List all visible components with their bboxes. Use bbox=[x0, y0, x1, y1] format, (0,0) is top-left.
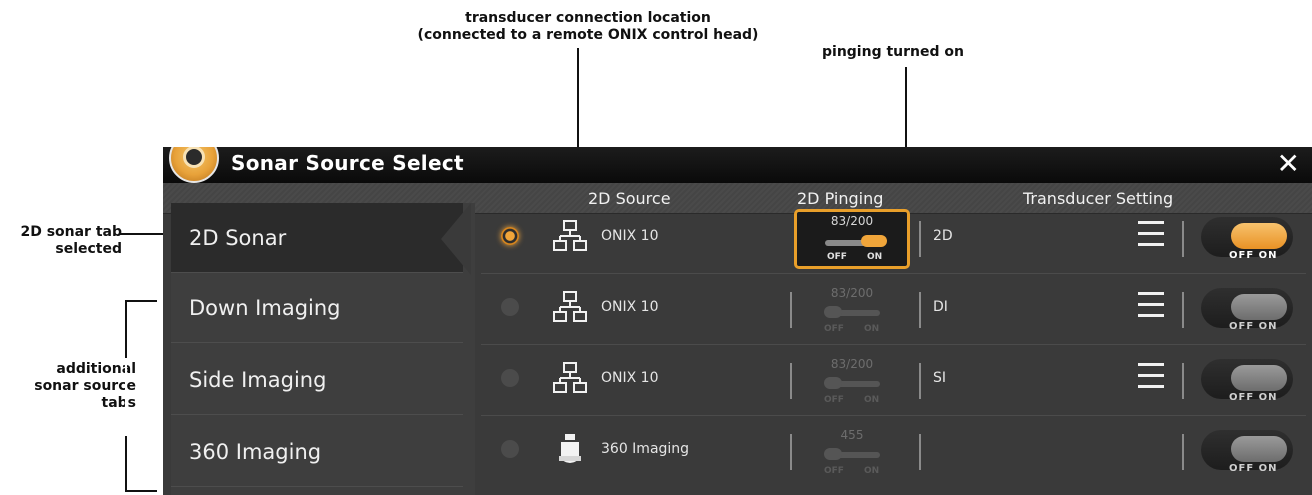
tab-label: Down Imaging bbox=[189, 295, 341, 320]
tab-selected-callout: 2D sonar tab selected bbox=[0, 224, 122, 258]
divider bbox=[1182, 292, 1184, 328]
ping-on-label: ON bbox=[864, 466, 880, 476]
pinging-control[interactable]: 455 OFF ON bbox=[794, 422, 910, 482]
menu-icon[interactable] bbox=[1138, 221, 1164, 251]
source-row-360: 360 Imaging 455 OFF ON OFF ON bbox=[481, 416, 1306, 486]
pinging-control[interactable]: 83/200 OFF ON bbox=[794, 351, 910, 411]
additional-tabs-line3: tabs bbox=[101, 395, 137, 411]
transducer-setting-value: DI bbox=[933, 299, 948, 315]
source-radio[interactable] bbox=[501, 298, 519, 316]
divider bbox=[919, 434, 921, 470]
ping-slider-knob[interactable] bbox=[824, 377, 842, 389]
source-radio[interactable] bbox=[501, 440, 519, 458]
divider bbox=[1182, 363, 1184, 399]
ping-on-label: ON bbox=[867, 252, 883, 262]
divider bbox=[919, 221, 921, 257]
titlebar: Sonar Source Select ✕ bbox=[163, 147, 1312, 183]
tab-side-imaging[interactable]: Side Imaging bbox=[171, 345, 463, 415]
ping-range: 83/200 bbox=[830, 357, 874, 371]
ping-off-label: OFF bbox=[827, 252, 847, 262]
transducer-setting-value: SI bbox=[933, 370, 947, 386]
tab-label: 2D Sonar bbox=[189, 225, 287, 250]
ping-range: 455 bbox=[840, 428, 864, 442]
network-icon bbox=[553, 291, 587, 322]
toggle-knob bbox=[1231, 436, 1287, 462]
transducer-360-icon bbox=[559, 434, 581, 463]
tab-360-imaging[interactable]: 360 Imaging bbox=[171, 417, 463, 487]
source-name: ONIX 10 bbox=[601, 370, 659, 386]
transducer-toggle[interactable]: OFF ON bbox=[1201, 288, 1293, 332]
toggle-label: OFF ON bbox=[1229, 250, 1278, 261]
pinging-control[interactable]: 83/200 OFF ON bbox=[794, 280, 910, 340]
toggle-knob bbox=[1231, 365, 1287, 391]
divider bbox=[1182, 434, 1184, 470]
additional-tabs-line1: additional bbox=[56, 361, 136, 377]
toggle-knob bbox=[1231, 294, 1287, 320]
source-row-2d: ONIX 10 83/200 OFF ON 2D OFF ON bbox=[481, 203, 1306, 274]
divider bbox=[790, 434, 792, 470]
tab-down-imaging[interactable]: Down Imaging bbox=[171, 273, 463, 343]
source-radio[interactable] bbox=[501, 227, 519, 245]
additional-tabs-callout: additional sonar source tabs bbox=[0, 361, 136, 412]
transducer-callout-line2: (connected to a remote ONIX control head… bbox=[417, 27, 759, 43]
bracket-bottom bbox=[125, 490, 157, 492]
source-row-si: ONIX 10 83/200 OFF ON SI OFF ON bbox=[481, 345, 1306, 416]
close-icon[interactable]: ✕ bbox=[1277, 147, 1300, 180]
ping-off-label: OFF bbox=[824, 324, 844, 334]
ping-slider-knob[interactable] bbox=[824, 448, 842, 460]
source-radio[interactable] bbox=[501, 369, 519, 387]
transducer-callout: transducer connection location (connecte… bbox=[388, 10, 788, 44]
toggle-label: OFF ON bbox=[1229, 463, 1278, 474]
tab-2d-sonar[interactable]: 2D Sonar bbox=[171, 203, 463, 273]
divider bbox=[790, 292, 792, 328]
tab-selected-line2: selected bbox=[55, 241, 122, 257]
source-name: ONIX 10 bbox=[601, 299, 659, 315]
ping-range: 83/200 bbox=[830, 286, 874, 300]
pinging-control[interactable]: 83/200 OFF ON bbox=[794, 209, 910, 269]
source-row-di: ONIX 10 83/200 OFF ON DI OFF ON bbox=[481, 274, 1306, 345]
ping-range: 83/200 bbox=[830, 214, 874, 228]
sonar-source-window: Sonar Source Select ✕ 2D Source 2D Pingi… bbox=[163, 147, 1312, 495]
menu-icon[interactable] bbox=[1138, 292, 1164, 322]
ping-slider-knob[interactable] bbox=[824, 306, 842, 318]
ping-on-label: ON bbox=[864, 395, 880, 405]
window-title: Sonar Source Select bbox=[231, 151, 464, 175]
bracket-lower bbox=[125, 436, 127, 490]
tab-selected-line1: 2D sonar tab bbox=[20, 224, 122, 240]
ping-off-label: OFF bbox=[824, 466, 844, 476]
toggle-knob bbox=[1231, 223, 1287, 249]
additional-tabs-line2: sonar source bbox=[34, 378, 136, 394]
ping-off-label: OFF bbox=[824, 395, 844, 405]
pinging-callout: pinging turned on bbox=[822, 44, 964, 60]
selected-tab-pointer bbox=[441, 203, 471, 275]
transducer-toggle[interactable]: OFF ON bbox=[1201, 430, 1293, 474]
divider bbox=[919, 363, 921, 399]
divider bbox=[919, 292, 921, 328]
transducer-callout-line1: transducer connection location bbox=[465, 10, 711, 26]
ping-on-label: ON bbox=[864, 324, 880, 334]
tab-label: Side Imaging bbox=[189, 367, 327, 392]
transducer-setting-value: 2D bbox=[933, 228, 953, 244]
divider bbox=[1182, 221, 1184, 257]
divider bbox=[790, 363, 792, 399]
transducer-toggle[interactable]: OFF ON bbox=[1201, 217, 1293, 261]
tab-label: 360 Imaging bbox=[189, 439, 322, 464]
network-icon bbox=[553, 362, 587, 393]
ping-slider-knob[interactable] bbox=[861, 235, 887, 247]
toggle-label: OFF ON bbox=[1229, 392, 1278, 403]
bracket-top bbox=[125, 300, 157, 302]
bracket-upper bbox=[125, 300, 127, 358]
transducer-toggle[interactable]: OFF ON bbox=[1201, 359, 1293, 403]
source-name: 360 Imaging bbox=[601, 441, 690, 457]
toggle-label: OFF ON bbox=[1229, 321, 1278, 332]
menu-icon[interactable] bbox=[1138, 363, 1164, 393]
network-icon bbox=[553, 220, 587, 251]
source-name: ONIX 10 bbox=[601, 228, 659, 244]
sonar-tabs: 2D Sonar Down Imaging Side Imaging 360 I… bbox=[171, 203, 475, 495]
